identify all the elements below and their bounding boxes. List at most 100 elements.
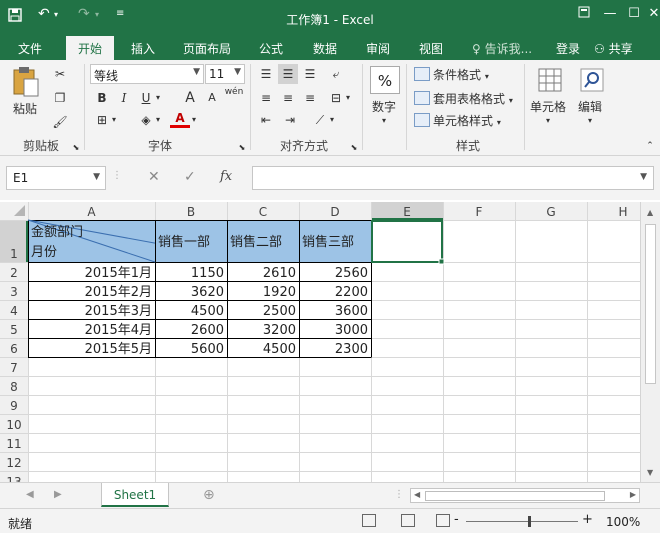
collapse-ribbon-icon[interactable]: ⌃ [640,136,660,156]
normal-view-icon[interactable] [362,514,376,527]
font-color-dropdown-icon[interactable]: ▾ [188,110,200,130]
align-top-icon[interactable]: ☰ [256,64,276,84]
format-as-table-button[interactable]: 套用表格格式 ▾ [414,90,513,107]
shrink-font-button[interactable]: A [202,88,222,108]
zoom-in-button[interactable]: + [582,512,593,527]
insert-function-button[interactable]: fx [220,169,232,184]
tab-view[interactable]: 视图 [419,40,443,57]
page-layout-view-icon[interactable] [401,514,415,527]
merge-dropdown-icon[interactable]: ▾ [342,88,354,108]
next-sheet-icon[interactable]: ▶ [54,489,62,500]
tab-data[interactable]: 数据 [313,40,337,57]
ribbon-display-icon[interactable] [574,6,594,26]
alignment-launcher-icon[interactable]: ⬊ [348,138,360,158]
alignment-group-label: 对齐方式 [279,139,328,153]
cell-style-button[interactable]: 单元格样式 ▾ [414,112,501,129]
scroll-left-icon[interactable]: ◀ [414,490,420,499]
font-group-label: 字体 [147,139,172,153]
zoom-slider-knob[interactable] [528,516,531,527]
phonetic-button[interactable]: wén [224,82,244,102]
tell-me-box[interactable]: ♀ 告诉我... [472,40,532,57]
enter-icon[interactable]: ✓ [184,169,196,185]
align-right-icon[interactable]: ≡ [300,88,320,108]
align-left-icon[interactable]: ≡ [256,88,276,108]
font-launcher-icon[interactable]: ⬊ [236,138,248,158]
close-icon[interactable]: ✕ [644,6,660,26]
sheet-tab[interactable]: Sheet1 [101,483,169,507]
add-sheet-icon[interactable]: ⊕ [203,487,215,503]
editing-label: 编辑 [578,100,603,114]
align-center-icon[interactable]: ≡ [278,88,298,108]
scroll-thumb[interactable] [645,224,656,384]
clipboard-group-label: 剪贴板 [22,139,59,153]
maximize-icon[interactable]: ☐ [624,6,644,26]
align-middle-icon[interactable]: ☰ [278,64,298,84]
share-button[interactable]: ⚇ 共享 [594,40,633,57]
split-handle-icon[interactable]: ⋮ [394,489,404,500]
grid-canvas: A B C D E F G H12345678910111213金额部门月份销售一部 销售二部销… [0,202,640,482]
name-box-value: E1 [13,171,29,185]
grow-font-button[interactable]: A [180,88,200,108]
vertical-scrollbar[interactable]: ▲ ▼ [640,202,660,482]
separator [524,64,525,150]
decrease-indent-icon[interactable]: ⇤ [256,110,276,130]
title-bar: ↶ ▾ ↷ ▾ ≡ 工作簿1 - Excel — ☐ ✕ [0,0,660,36]
scroll-down-icon[interactable]: ▼ [647,468,653,477]
increase-indent-icon[interactable]: ⇥ [280,110,300,130]
selected-cell-e1[interactable] [371,220,443,263]
tab-page-layout[interactable]: 页面布局 [183,40,231,57]
cells-button[interactable]: 单元格 ▾ [528,66,572,132]
align-bottom-icon[interactable]: ☰ [300,64,320,84]
cancel-icon[interactable]: ✕ [148,169,160,185]
row-header-4: 4 [10,304,18,318]
percent-icon: % [370,66,400,94]
name-box[interactable]: E1 ▼ [6,166,106,190]
horizontal-scrollbar[interactable]: ◀ ▶ [410,488,640,503]
tab-home[interactable]: 开始 [66,36,115,60]
orientation-dropdown-icon[interactable]: ▾ [326,110,338,130]
tab-insert[interactable]: 插入 [131,40,155,57]
underline-dropdown-icon[interactable]: ▾ [152,88,164,108]
zoom-level[interactable]: 100% [606,515,640,529]
border-dropdown-icon[interactable]: ▾ [108,110,120,130]
login-link[interactable]: 登录 [556,40,580,57]
bold-button[interactable]: B [92,88,112,108]
font-name-combo[interactable]: 等线 ▼ [90,64,204,84]
tab-formulas[interactable]: 公式 [259,40,283,57]
cut-icon[interactable]: ✂ [50,64,70,84]
editing-button[interactable]: 编辑 ▾ [576,66,610,132]
column-header-f: F [476,205,483,219]
cell-header-3: 销售三部 [302,234,354,250]
wrap-text-icon[interactable]: ⤶ [326,64,346,84]
paste-button[interactable]: 粘贴 [10,66,42,122]
drag-handle-icon[interactable]: ⋮ [112,170,122,181]
cells-label: 单元格 [530,100,567,114]
font-size-combo[interactable]: 11 ▼ [205,64,245,84]
clipboard-launcher-icon[interactable]: ⬊ [70,138,82,158]
fill-dropdown-icon[interactable]: ▾ [152,110,164,130]
row-header-8: 8 [10,380,18,394]
separator [84,64,85,150]
conditional-format-label: 条件格式 [433,68,482,82]
scroll-up-icon[interactable]: ▲ [647,208,653,217]
minimize-icon[interactable]: — [600,6,620,26]
conditional-format-button[interactable]: 条件格式 ▾ [414,66,489,83]
number-format-button[interactable]: % 数字 ▾ [368,66,404,132]
formula-input[interactable]: ▼ [252,166,654,190]
zoom-slider[interactable] [466,521,578,522]
expand-formula-icon[interactable]: ▼ [640,172,647,182]
zoom-out-button[interactable]: - [454,512,459,527]
worksheet-grid[interactable]: A B C D E F G H 1 2 3 4 5 6 7 8 9 10 11 12 13 金额部门 月份 销售一部 销售二部销… [0,202,640,482]
font-color-icon[interactable]: A [170,110,190,128]
copy-icon[interactable]: ❐ [50,88,70,108]
italic-button[interactable]: I [114,88,134,108]
column-header-g: G [546,205,555,219]
tab-file[interactable]: 文件 [18,40,42,57]
scroll-thumb[interactable] [425,491,605,501]
fill-handle[interactable] [438,258,445,265]
tab-review[interactable]: 审阅 [366,40,390,57]
format-painter-icon[interactable]: 🖌 [50,112,70,132]
scroll-right-icon[interactable]: ▶ [630,490,636,499]
prev-sheet-icon[interactable]: ◀ [26,489,34,500]
page-break-view-icon[interactable] [436,514,450,527]
